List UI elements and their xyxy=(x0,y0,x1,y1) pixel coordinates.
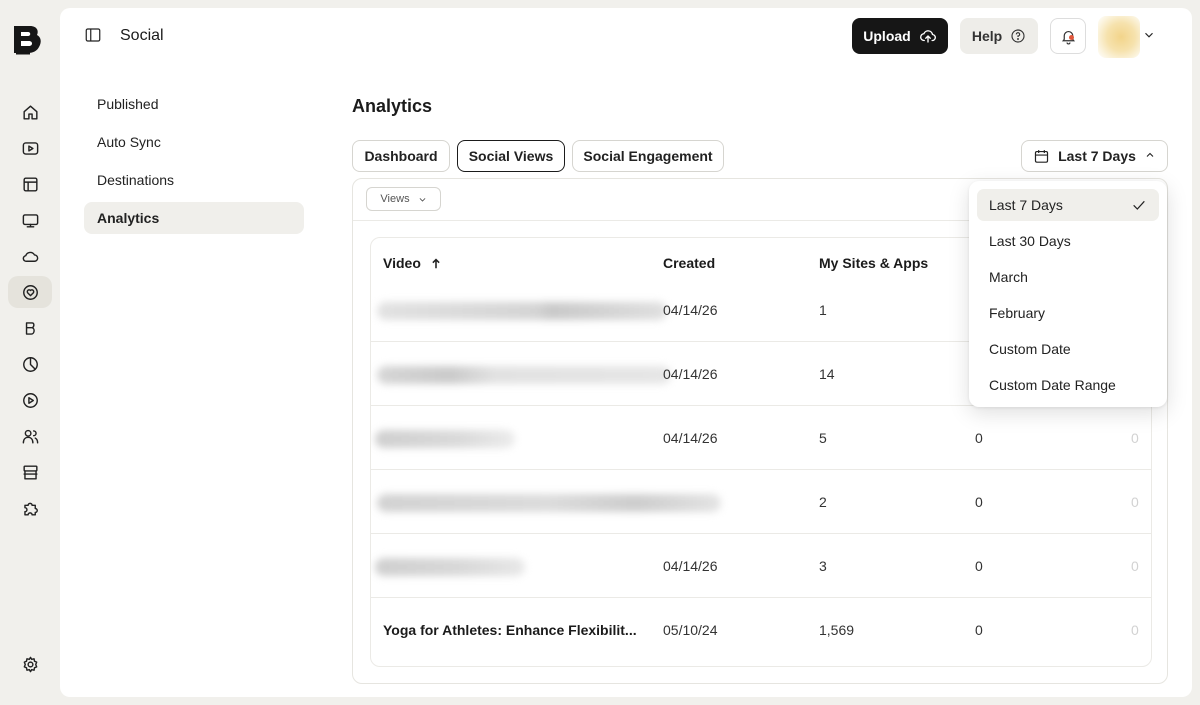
views-select-label: Views xyxy=(380,193,410,205)
table-row[interactable]: Yoga for Athletes: Enhance Flexibilit...… xyxy=(371,598,1151,662)
video-play-icon[interactable] xyxy=(8,132,52,164)
subnav-item-label: Analytics xyxy=(97,210,160,226)
tab-social-views[interactable]: Social Views xyxy=(457,140,565,172)
subnav-item-auto-sync[interactable]: Auto Sync xyxy=(84,126,304,158)
column-header-label: Video xyxy=(383,255,421,271)
puzzle-icon[interactable] xyxy=(8,492,52,524)
redacted-video-title xyxy=(375,430,515,448)
brand-logo-icon[interactable] xyxy=(10,22,46,58)
cell-sites: 5 xyxy=(819,430,827,446)
column-header-label: Created xyxy=(663,255,716,271)
cell-metric: 0 xyxy=(975,558,983,574)
cell-video-title[interactable]: Yoga for Athletes: Enhance Flexibilit... xyxy=(383,598,637,662)
table-row[interactable]: 04/14/26 3 0 0 xyxy=(371,534,1151,598)
checkmark-icon xyxy=(1131,197,1147,213)
subnav-item-analytics[interactable]: Analytics xyxy=(84,202,304,234)
pie-chart-icon[interactable] xyxy=(8,348,52,380)
subnav-item-label: Auto Sync xyxy=(97,134,161,150)
column-header-video[interactable]: Video xyxy=(383,255,441,271)
redacted-video-title xyxy=(375,558,525,576)
chevron-down-icon[interactable] xyxy=(1142,28,1158,44)
cell-sites: 1,569 xyxy=(819,622,855,638)
cell-created: 04/14/26 xyxy=(663,302,718,318)
subnav-item-label: Destinations xyxy=(97,172,175,188)
cell-created: 04/14/26 xyxy=(663,366,718,382)
subnav-item-label: Published xyxy=(97,96,159,112)
cell-created: 05/10/24 xyxy=(663,622,718,638)
date-option-label: Custom Date Range xyxy=(989,377,1116,393)
avatar[interactable] xyxy=(1098,16,1140,58)
date-option-custom-date-range[interactable]: Custom Date Range xyxy=(977,369,1159,401)
upload-button[interactable]: Upload xyxy=(852,18,948,54)
help-button[interactable]: Help xyxy=(960,18,1038,54)
redacted-video-title xyxy=(377,302,667,320)
settings-gear-icon[interactable] xyxy=(8,648,52,680)
date-option-custom-date[interactable]: Custom Date xyxy=(977,333,1159,365)
question-circle-icon xyxy=(1011,29,1025,43)
cell-metric: 0 xyxy=(975,494,983,510)
header-section-title: Social xyxy=(120,27,164,44)
notification-dot xyxy=(1069,35,1074,40)
subnav-item-published[interactable]: Published xyxy=(84,88,304,120)
cell-metric-faded: 0 xyxy=(1131,430,1139,446)
table-row[interactable]: 04/14/26 5 0 0 xyxy=(371,406,1151,470)
icon-rail xyxy=(0,0,58,705)
cell-metric-faded: 0 xyxy=(1131,622,1139,638)
tab-label: Dashboard xyxy=(364,148,438,164)
column-header-created[interactable]: Created xyxy=(663,255,715,271)
cell-created: 04/14/26 xyxy=(663,558,718,574)
brand-icon[interactable] xyxy=(8,312,52,344)
cell-created: 04/14/26 xyxy=(663,430,718,446)
date-range-dropdown: Last 7 Days Last 30 Days March February … xyxy=(969,181,1167,407)
heart-social-icon[interactable] xyxy=(8,276,52,308)
page-title: Analytics xyxy=(352,96,433,116)
calendar-icon xyxy=(1034,149,1049,163)
users-icon[interactable] xyxy=(8,420,52,452)
cell-sites: 3 xyxy=(819,558,827,574)
date-range-label: Last 7 Days xyxy=(1058,148,1136,164)
date-option-label: Custom Date xyxy=(989,341,1071,357)
tab-label: Social Engagement xyxy=(583,148,713,164)
help-button-label: Help xyxy=(971,28,1003,44)
date-option-february[interactable]: February xyxy=(977,297,1159,329)
tv-icon[interactable] xyxy=(8,204,52,236)
upload-cloud-icon xyxy=(919,30,936,43)
subnav-item-destinations[interactable]: Destinations xyxy=(84,164,304,196)
chevron-down-icon xyxy=(419,197,425,202)
cloud-icon[interactable] xyxy=(8,240,52,272)
cell-metric: 0 xyxy=(975,430,983,446)
date-option-march[interactable]: March xyxy=(977,261,1159,293)
play-circle-icon[interactable] xyxy=(8,384,52,416)
sort-arrow-up-icon xyxy=(432,257,440,268)
cell-metric: 0 xyxy=(975,622,983,638)
sidebar-toggle-icon[interactable] xyxy=(84,26,106,48)
date-option-label: Last 7 Days xyxy=(989,197,1063,213)
date-range-button[interactable]: Last 7 Days xyxy=(1021,140,1168,172)
upload-button-label: Upload xyxy=(863,28,911,44)
date-option-label: March xyxy=(989,269,1028,285)
table-row[interactable]: 2 0 0 xyxy=(371,470,1151,534)
redacted-video-title xyxy=(377,366,671,384)
layout-grid-icon[interactable] xyxy=(8,168,52,200)
tab-dashboard[interactable]: Dashboard xyxy=(352,140,450,172)
chevron-up-icon xyxy=(1144,148,1156,164)
column-header-label: My Sites & Apps xyxy=(819,255,929,271)
date-option-last-30-days[interactable]: Last 30 Days xyxy=(977,225,1159,257)
tab-label: Social Views xyxy=(468,148,554,164)
date-option-last-7-days[interactable]: Last 7 Days xyxy=(977,189,1159,221)
home-icon[interactable] xyxy=(8,96,52,128)
cell-metric-faded: 0 xyxy=(1131,494,1139,510)
date-option-label: February xyxy=(989,305,1046,321)
column-header-my-sites-apps[interactable]: My Sites & Apps xyxy=(819,255,928,271)
views-metric-select[interactable]: Views xyxy=(366,187,441,211)
cell-sites: 1 xyxy=(819,302,827,318)
date-option-label: Last 30 Days xyxy=(989,233,1071,249)
cell-sites: 14 xyxy=(819,366,835,382)
store-icon[interactable] xyxy=(8,456,52,488)
tab-social-engagement[interactable]: Social Engagement xyxy=(572,140,724,172)
cell-metric-faded: 0 xyxy=(1131,558,1139,574)
redacted-video-title xyxy=(377,494,721,512)
cell-sites: 2 xyxy=(819,494,827,510)
notifications-button[interactable] xyxy=(1050,18,1086,54)
